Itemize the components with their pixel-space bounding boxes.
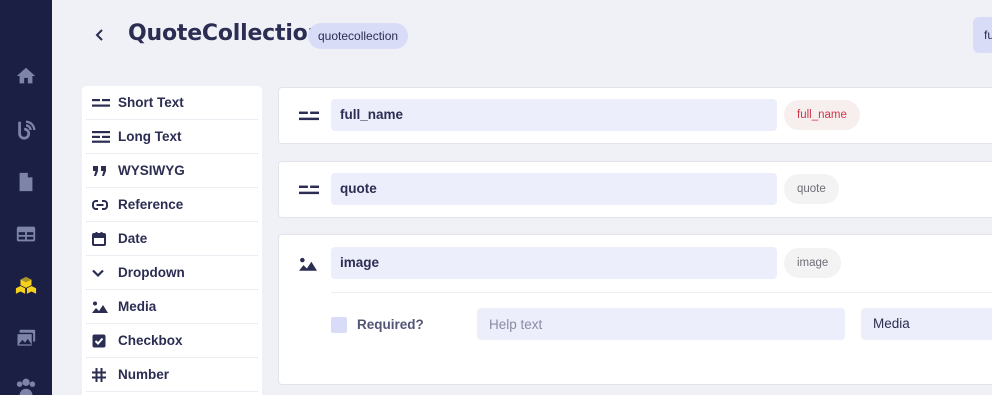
- link-icon: [92, 197, 114, 213]
- field-type-label: Number: [118, 367, 170, 382]
- field-type-number[interactable]: Number: [86, 358, 258, 392]
- short-text-icon: [92, 95, 114, 111]
- field-type-dropdown[interactable]: Dropdown: [86, 256, 258, 290]
- field-type-reference[interactable]: Reference: [86, 188, 258, 222]
- field-type-label: Long Text: [118, 129, 182, 144]
- field-row[interactable]: full_name full_name: [278, 87, 992, 144]
- field-row-expanded[interactable]: image image Required? Media: [278, 234, 992, 385]
- users-icon[interactable]: [14, 374, 38, 395]
- page-icon[interactable]: [14, 170, 38, 194]
- field-type-label: Date: [118, 231, 148, 246]
- image-icon: [92, 299, 114, 315]
- field-name-input[interactable]: full_name: [331, 99, 777, 131]
- field-type-label: Dropdown: [118, 265, 185, 280]
- media-type-select[interactable]: Media: [861, 308, 992, 340]
- field-types-panel: Short Text Long Text WYSIWYG Reference D…: [82, 86, 262, 395]
- field-type-label: Checkbox: [118, 333, 183, 348]
- required-label: Required?: [357, 317, 424, 332]
- field-type-label: Media: [118, 299, 157, 314]
- field-name-input[interactable]: image: [331, 247, 777, 279]
- hash-icon: [92, 367, 114, 383]
- field-type-long-text[interactable]: Long Text: [86, 120, 258, 154]
- image-icon: [299, 257, 317, 271]
- divider: [331, 292, 992, 293]
- calendar-icon: [92, 231, 114, 247]
- checkbox-icon: [92, 333, 114, 349]
- field-key-pill: full_name: [784, 100, 860, 130]
- short-text-icon: [299, 111, 319, 121]
- field-name-input[interactable]: quote: [331, 173, 777, 205]
- help-text-input[interactable]: [477, 308, 845, 340]
- app-sidebar: [0, 0, 52, 395]
- field-type-wysiwyg[interactable]: WYSIWYG: [86, 154, 258, 188]
- long-text-icon: [92, 129, 114, 145]
- header-action-button[interactable]: fu: [973, 17, 992, 53]
- slug-badge: quotecollection: [308, 23, 409, 49]
- field-row[interactable]: quote quote: [278, 161, 992, 218]
- chevron-left-icon: [95, 29, 103, 41]
- field-key-pill: image: [784, 248, 842, 278]
- back-button[interactable]: [90, 24, 110, 46]
- field-type-media[interactable]: Media: [86, 290, 258, 324]
- blog-icon[interactable]: [14, 118, 38, 142]
- field-key-pill: quote: [784, 174, 839, 204]
- required-checkbox[interactable]: [331, 317, 347, 333]
- collections-icon[interactable]: [14, 274, 38, 298]
- media-icon[interactable]: [14, 326, 38, 350]
- field-type-checkbox[interactable]: Checkbox: [86, 324, 258, 358]
- field-type-date[interactable]: Date: [86, 222, 258, 256]
- home-icon[interactable]: [14, 64, 38, 88]
- quote-icon: [92, 163, 114, 179]
- field-type-label: WYSIWYG: [118, 163, 185, 178]
- field-type-short-text[interactable]: Short Text: [86, 86, 258, 120]
- field-type-label: Short Text: [118, 95, 184, 110]
- page-title: QuoteCollection: [128, 21, 324, 46]
- field-type-label: Reference: [118, 197, 184, 212]
- short-text-icon: [299, 185, 319, 195]
- page-header: QuoteCollection quotecollection fu: [52, 0, 992, 70]
- chevron-down-icon: [92, 265, 114, 281]
- layout-icon[interactable]: [14, 222, 38, 246]
